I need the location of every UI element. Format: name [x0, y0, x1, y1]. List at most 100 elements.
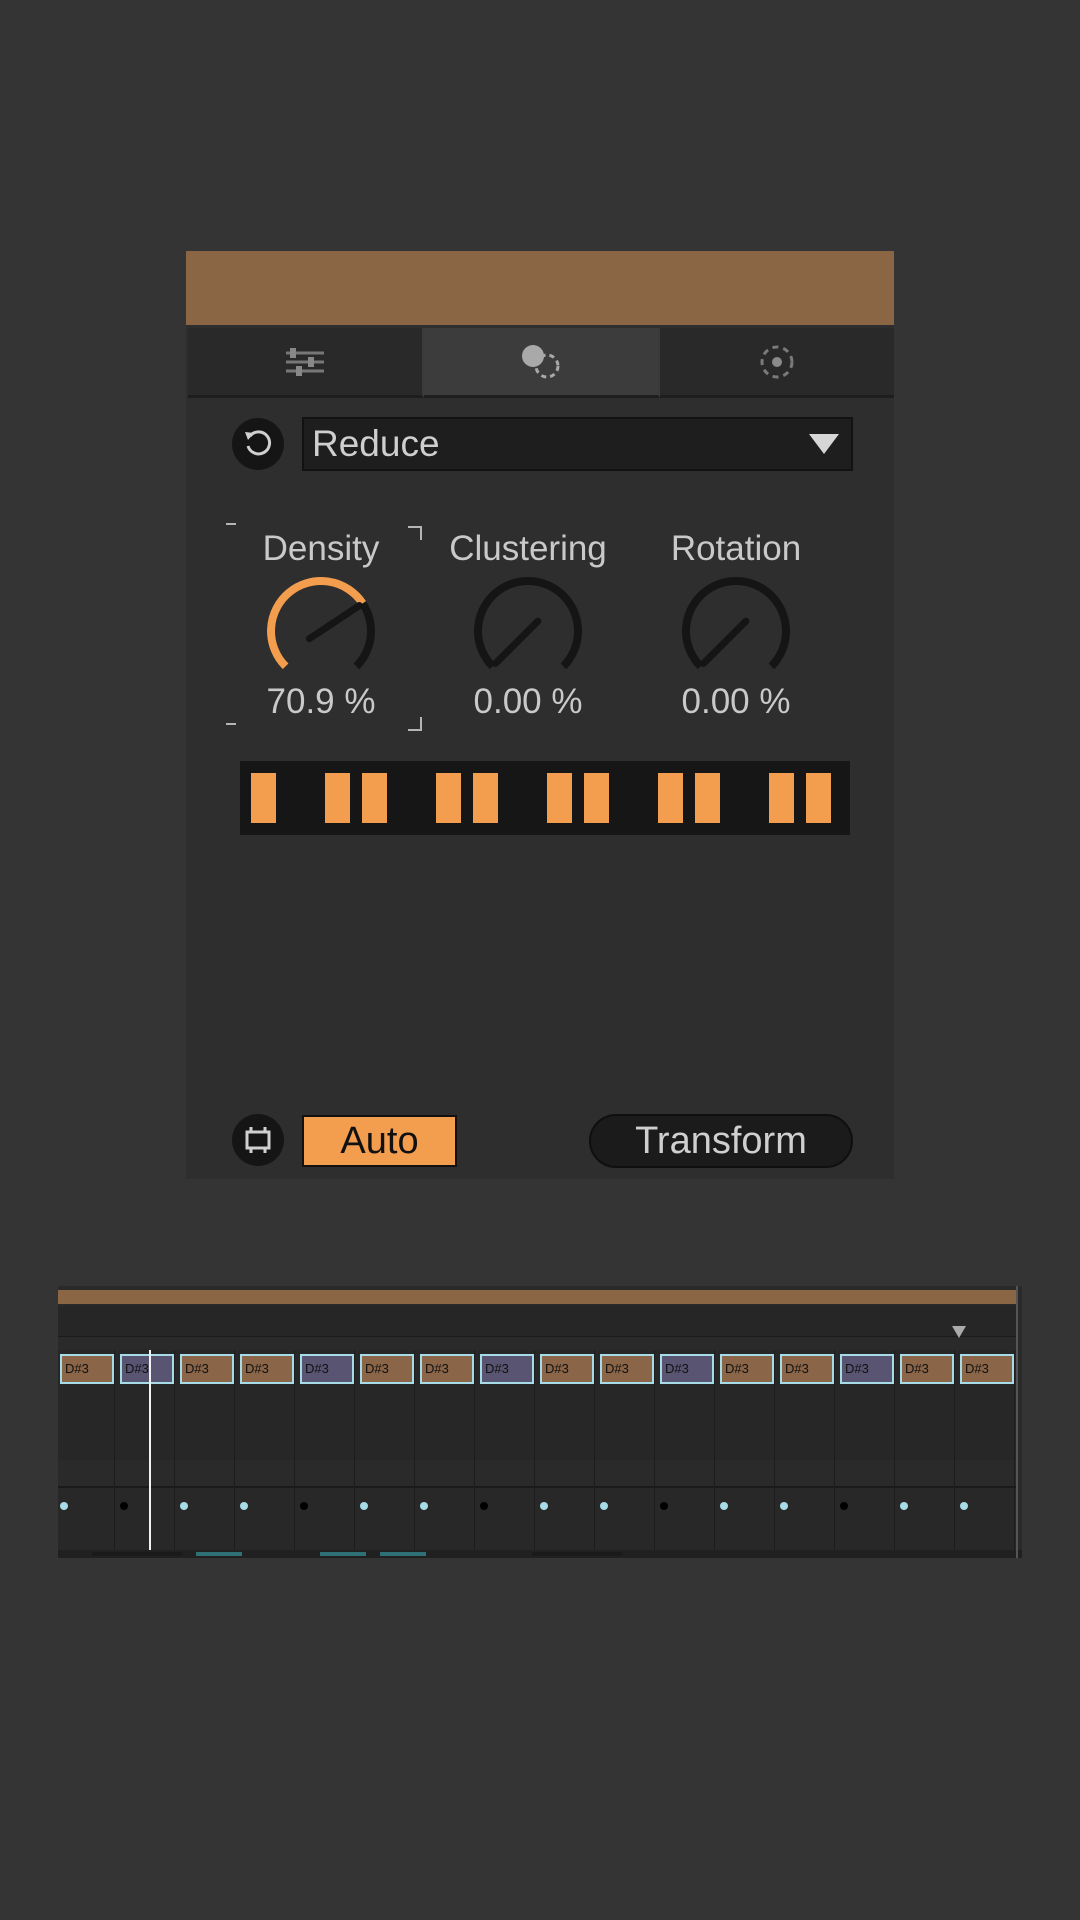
loop-end-marker[interactable]: [952, 1326, 966, 1338]
midi-note[interactable]: D#3: [120, 1354, 174, 1384]
pattern-step: [547, 773, 572, 823]
focus-corner-tl: [226, 523, 236, 527]
tab-parameters[interactable]: [188, 328, 424, 398]
stage: Reduce Density Clustering Rotation 70.9 …: [0, 0, 1080, 1920]
rotation-label: Rotation: [670, 529, 802, 568]
pattern-step: [251, 773, 276, 823]
grid-line: [594, 1350, 595, 1550]
grid-line: [654, 1350, 655, 1550]
reset-icon: [245, 430, 272, 456]
device-panel: Reduce Density Clustering Rotation 70.9 …: [186, 251, 894, 1179]
midi-note[interactable]: D#3: [240, 1354, 294, 1384]
rotation-value[interactable]: 0.00 %: [636, 682, 836, 722]
reset-button[interactable]: [232, 418, 284, 470]
grid-line: [114, 1350, 115, 1550]
velocity-marker[interactable]: [540, 1502, 548, 1510]
pattern-step: [325, 773, 350, 823]
midi-note[interactable]: D#3: [720, 1354, 774, 1384]
velocity-marker[interactable]: [600, 1502, 608, 1510]
density-knob[interactable]: [261, 571, 381, 691]
sliders-icon: [286, 347, 324, 376]
velocity-marker[interactable]: [120, 1502, 128, 1510]
grid-line: [894, 1350, 895, 1550]
midi-note[interactable]: D#3: [540, 1354, 594, 1384]
velocity-marker[interactable]: [660, 1502, 668, 1510]
pattern-step: [806, 773, 831, 823]
grid-line: [174, 1350, 175, 1550]
tab-generate[interactable]: [660, 328, 894, 398]
density-label: Density: [262, 529, 380, 568]
grid-line: [474, 1350, 475, 1550]
pattern-step: [658, 773, 683, 823]
midi-note[interactable]: D#3: [600, 1354, 654, 1384]
scroll-segment: [196, 1552, 242, 1556]
velocity-marker[interactable]: [900, 1502, 908, 1510]
clip-button[interactable]: [232, 1114, 284, 1166]
midi-note[interactable]: D#3: [840, 1354, 894, 1384]
grid-line: [1014, 1350, 1015, 1550]
grid-line: [234, 1350, 235, 1550]
mode-dropdown[interactable]: Reduce: [302, 417, 853, 471]
scroll-segment: [380, 1552, 426, 1556]
playhead: [149, 1350, 151, 1558]
grid-line: [414, 1350, 415, 1550]
midi-note[interactable]: D#3: [360, 1354, 414, 1384]
midi-note[interactable]: D#3: [60, 1354, 114, 1384]
midi-note[interactable]: D#3: [780, 1354, 834, 1384]
pattern-step: [473, 773, 498, 823]
tab-transform[interactable]: [424, 328, 660, 398]
velocity-marker[interactable]: [840, 1502, 848, 1510]
pattern-step: [436, 773, 461, 823]
dots-transform-icon: [522, 344, 560, 378]
chevron-down-icon: [809, 434, 839, 454]
clustering-label: Clustering: [449, 529, 607, 568]
mode-dropdown-value: Reduce: [312, 423, 440, 464]
pattern-step: [584, 773, 609, 823]
midi-note[interactable]: D#3: [660, 1354, 714, 1384]
auto-button[interactable]: Auto: [302, 1115, 457, 1167]
dashed-circle-icon: [760, 345, 794, 378]
clustering-value[interactable]: 0.00 %: [428, 682, 628, 722]
pattern-step: [695, 773, 720, 823]
velocity-marker[interactable]: [960, 1502, 968, 1510]
velocity-marker[interactable]: [420, 1502, 428, 1510]
clip-title-bar[interactable]: [58, 1290, 1016, 1304]
grid-line: [954, 1350, 955, 1550]
pattern-display: [240, 761, 850, 835]
midi-note[interactable]: D#3: [900, 1354, 954, 1384]
scroll-segment: [532, 1552, 622, 1556]
velocity-marker[interactable]: [360, 1502, 368, 1510]
velocity-marker[interactable]: [720, 1502, 728, 1510]
clip-ruler[interactable]: [58, 1306, 1016, 1337]
midi-note[interactable]: D#3: [420, 1354, 474, 1384]
density-value[interactable]: 70.9 %: [221, 682, 421, 722]
scroll-segment: [92, 1552, 182, 1556]
clip-right-edge: [1016, 1286, 1018, 1558]
velocity-marker[interactable]: [60, 1502, 68, 1510]
rotation-knob[interactable]: [676, 571, 796, 691]
velocity-marker[interactable]: [780, 1502, 788, 1510]
transform-button[interactable]: Transform: [589, 1114, 853, 1168]
velocity-lane[interactable]: [58, 1486, 1016, 1552]
pattern-step: [769, 773, 794, 823]
grid-line: [294, 1350, 295, 1550]
scroll-segment: [320, 1552, 366, 1556]
clustering-knob[interactable]: [468, 571, 588, 691]
clip-icon: [245, 1127, 271, 1153]
grid-line: [714, 1350, 715, 1550]
velocity-marker[interactable]: [480, 1502, 488, 1510]
grid-line: [354, 1350, 355, 1550]
midi-note[interactable]: D#3: [480, 1354, 534, 1384]
device-title-bar[interactable]: [186, 251, 894, 325]
midi-note[interactable]: D#3: [180, 1354, 234, 1384]
velocity-marker[interactable]: [240, 1502, 248, 1510]
clip-view: D#3 D#3 D#3 D#3 D#3 D#3 D#3 D#3 D#3 D#3 D#3 D#3 D#3 D…: [58, 1286, 1022, 1558]
midi-note[interactable]: D#3: [300, 1354, 354, 1384]
pattern-step: [362, 773, 387, 823]
focus-corner-tr: [408, 526, 422, 540]
midi-note[interactable]: D#3: [960, 1354, 1014, 1384]
device-tabs: [188, 328, 894, 398]
velocity-marker[interactable]: [300, 1502, 308, 1510]
grid-line: [834, 1350, 835, 1550]
velocity-marker[interactable]: [180, 1502, 188, 1510]
